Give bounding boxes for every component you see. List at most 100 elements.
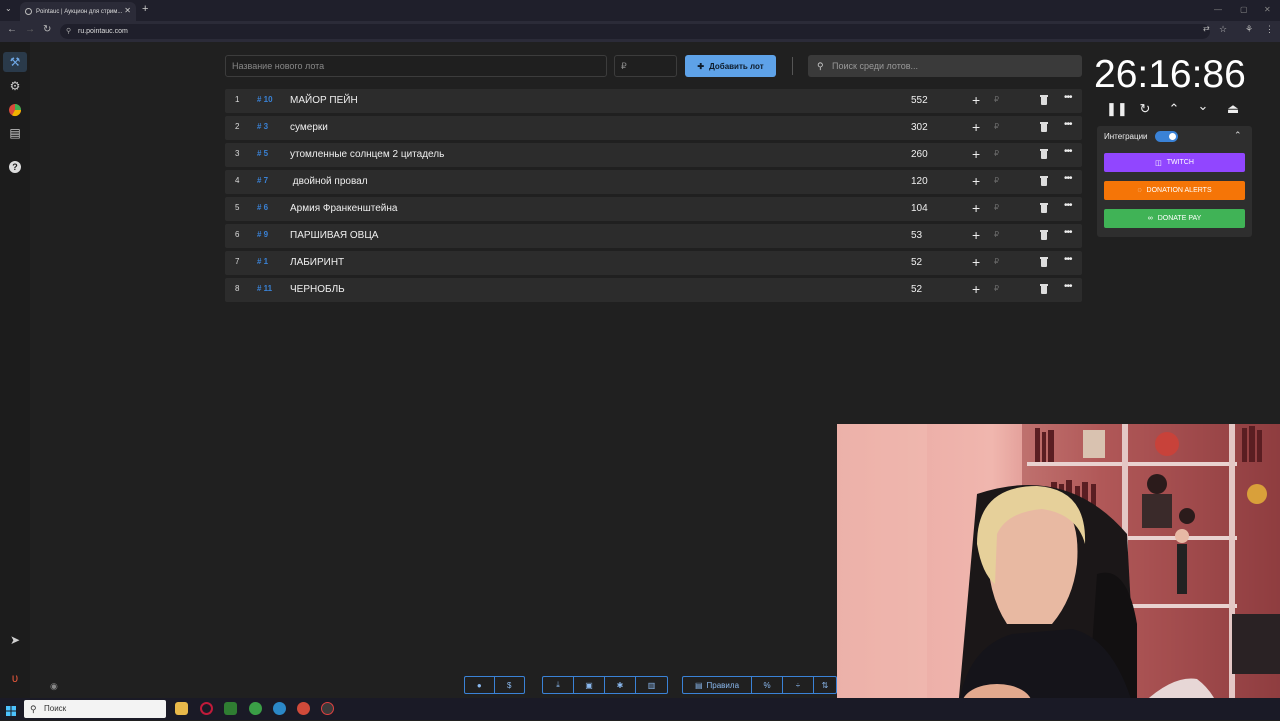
browser-menu-icon[interactable]: ⋮ bbox=[1265, 24, 1274, 35]
add-amount-icon[interactable]: + bbox=[972, 200, 980, 216]
delete-icon[interactable] bbox=[1040, 257, 1048, 267]
eject-icon[interactable]: ⏏ bbox=[1224, 101, 1242, 117]
rub-amount-input[interactable]: ₽ bbox=[994, 257, 999, 266]
lot-row[interactable]: 7 # 1 ЛАБИРИНТ 52 + ₽ ••• bbox=[225, 251, 1082, 275]
close-tab-icon[interactable]: ✕ bbox=[124, 6, 131, 15]
translate-icon[interactable]: ⇄ bbox=[1203, 24, 1210, 33]
split-icon[interactable]: ÷ bbox=[783, 677, 814, 693]
maximize-icon[interactable]: ▢ bbox=[1240, 5, 1248, 14]
lot-id-tag[interactable]: # 7 bbox=[257, 176, 268, 185]
lot-id-tag[interactable]: # 6 bbox=[257, 203, 268, 212]
lot-id-tag[interactable]: # 3 bbox=[257, 122, 268, 131]
tab-menu-icon[interactable]: ⌄ bbox=[5, 4, 12, 13]
lot-row[interactable]: 1 # 10 МАЙОР ПЕЙН 552 + ₽ ••• bbox=[225, 89, 1082, 113]
add-lot-button[interactable]: ✚ Добавить лот bbox=[685, 55, 776, 77]
delete-icon[interactable] bbox=[1040, 230, 1048, 240]
rub-amount-input[interactable]: ₽ bbox=[994, 122, 999, 131]
add-amount-icon[interactable]: + bbox=[972, 146, 980, 162]
windows-start-icon[interactable] bbox=[6, 703, 16, 716]
rub-amount-input[interactable]: ₽ bbox=[994, 95, 999, 104]
donate-pay-button[interactable]: ∞ DONATE PAY bbox=[1104, 209, 1245, 228]
lot-name[interactable]: утомленные солнцем 2 цитадель bbox=[290, 149, 444, 160]
site-info-icon[interactable]: ⚲ bbox=[66, 24, 71, 39]
chrome-icon[interactable] bbox=[249, 702, 262, 715]
delete-icon[interactable] bbox=[1040, 149, 1048, 159]
pause-icon[interactable]: ❚❚ bbox=[1106, 101, 1128, 117]
add-amount-icon[interactable]: + bbox=[972, 119, 980, 135]
collapse-chevron-icon[interactable]: ⌃ bbox=[1234, 130, 1242, 141]
lot-name-input[interactable]: Название нового лота bbox=[225, 55, 607, 77]
lot-amount-input[interactable]: ₽ bbox=[614, 55, 677, 77]
lot-id-tag[interactable]: # 1 bbox=[257, 257, 268, 266]
more-options-icon[interactable]: ••• bbox=[1064, 281, 1072, 292]
lot-name[interactable]: МАЙОР ПЕЙН bbox=[290, 95, 358, 106]
more-options-icon[interactable]: ••• bbox=[1064, 173, 1072, 184]
close-window-icon[interactable]: ✕ bbox=[1264, 5, 1271, 14]
obs-icon[interactable] bbox=[321, 702, 334, 715]
lot-row[interactable]: 2 # 3 сумерки 302 + ₽ ••• bbox=[225, 116, 1082, 140]
visibility-icon[interactable]: ◉ bbox=[50, 681, 58, 692]
gavel-icon[interactable]: ⚒ bbox=[8, 55, 22, 69]
more-options-icon[interactable]: ••• bbox=[1064, 227, 1072, 238]
browser-tab[interactable]: Pointauc | Аукцион для стрим... ✕ bbox=[20, 2, 136, 21]
xbox-app-icon[interactable] bbox=[224, 702, 237, 715]
taskbar-search[interactable]: ⚲ Поиск bbox=[24, 700, 166, 718]
sort-icon[interactable]: ⇅ bbox=[814, 677, 836, 693]
opera-icon[interactable] bbox=[200, 702, 213, 715]
forward-icon[interactable]: → bbox=[25, 24, 35, 35]
delete-icon[interactable] bbox=[1040, 284, 1048, 294]
lot-row[interactable]: 8 # 11 ЧЕРНОБЛЬ 52 + ₽ ••• bbox=[225, 278, 1082, 302]
reload-icon[interactable]: ↻ bbox=[43, 24, 51, 35]
clear-list-icon[interactable]: ▥ bbox=[636, 677, 667, 693]
wheel-icon[interactable] bbox=[8, 103, 22, 117]
rules-button[interactable]: ▤ Правила bbox=[683, 677, 752, 693]
more-options-icon[interactable]: ••• bbox=[1064, 119, 1072, 130]
telegram-app-icon[interactable] bbox=[273, 702, 286, 715]
integrations-toggle[interactable] bbox=[1155, 131, 1178, 142]
add-amount-icon[interactable]: + bbox=[972, 281, 980, 297]
rub-amount-input[interactable]: ₽ bbox=[994, 230, 999, 239]
delete-icon[interactable] bbox=[1040, 122, 1048, 132]
rub-amount-input[interactable]: ₽ bbox=[994, 176, 999, 185]
lot-name[interactable]: сумерки bbox=[290, 122, 328, 133]
rub-amount-input[interactable]: ₽ bbox=[994, 149, 999, 158]
lot-row[interactable]: 6 # 9 ПАРШИВАЯ ОВЦА 53 + ₽ ••• bbox=[225, 224, 1082, 248]
delete-icon[interactable] bbox=[1040, 95, 1048, 105]
gear-icon[interactable]: ⚙ bbox=[8, 79, 22, 93]
chrome-profile-icon[interactable] bbox=[297, 702, 310, 715]
save-icon[interactable]: ▣ bbox=[574, 677, 605, 693]
add-amount-icon[interactable]: + bbox=[972, 254, 980, 270]
chevron-down-icon[interactable]: ⌄ bbox=[1194, 98, 1212, 114]
lot-id-tag[interactable]: # 11 bbox=[257, 284, 272, 293]
more-options-icon[interactable]: ••• bbox=[1064, 146, 1072, 157]
donation-alerts-button[interactable]: ◌ DONATION ALERTS bbox=[1104, 181, 1245, 200]
lot-name[interactable]: Армия Франкенштейна bbox=[290, 203, 397, 214]
reset-icon[interactable]: ↻ bbox=[1136, 101, 1154, 117]
back-icon[interactable]: ← bbox=[7, 24, 17, 35]
minimize-icon[interactable]: — bbox=[1214, 5, 1222, 14]
lot-row[interactable]: 4 # 7 двойной провал 120 + ₽ ••• bbox=[225, 170, 1082, 194]
add-amount-icon[interactable]: + bbox=[972, 92, 980, 108]
percent-button[interactable]: % bbox=[752, 677, 783, 693]
document-icon[interactable]: ▤ bbox=[8, 126, 22, 140]
file-explorer-icon[interactable] bbox=[175, 702, 188, 715]
donate-dollar-button[interactable]: $ bbox=[495, 677, 524, 693]
lot-name[interactable]: ПАРШИВАЯ ОВЦА bbox=[290, 230, 378, 241]
github-icon[interactable]: ● bbox=[465, 677, 495, 693]
extension-icon[interactable]: ⚘ bbox=[1245, 24, 1253, 35]
lot-id-tag[interactable]: # 5 bbox=[257, 149, 268, 158]
more-options-icon[interactable]: ••• bbox=[1064, 254, 1072, 265]
logo-icon[interactable]: ʋ bbox=[8, 671, 22, 685]
more-options-icon[interactable]: ••• bbox=[1064, 92, 1072, 103]
more-options-icon[interactable]: ••• bbox=[1064, 200, 1072, 211]
lot-id-tag[interactable]: # 10 bbox=[257, 95, 273, 104]
chevron-up-icon[interactable]: ⌃ bbox=[1165, 101, 1183, 117]
bookmark-star-icon[interactable]: ☆ bbox=[1219, 24, 1227, 35]
lot-row[interactable]: 3 # 5 утомленные солнцем 2 цитадель 260 + ₽ ••… bbox=[225, 143, 1082, 167]
twitch-button[interactable]: ◫ TWITCH bbox=[1104, 153, 1245, 172]
lot-search-input[interactable]: ⚲ Поиск среди лотов... bbox=[808, 55, 1082, 77]
download-icon[interactable]: ⤓ bbox=[543, 677, 574, 693]
lot-name[interactable]: ЛАБИРИНТ bbox=[290, 257, 344, 268]
add-amount-icon[interactable]: + bbox=[972, 173, 980, 189]
lot-id-tag[interactable]: # 9 bbox=[257, 230, 268, 239]
